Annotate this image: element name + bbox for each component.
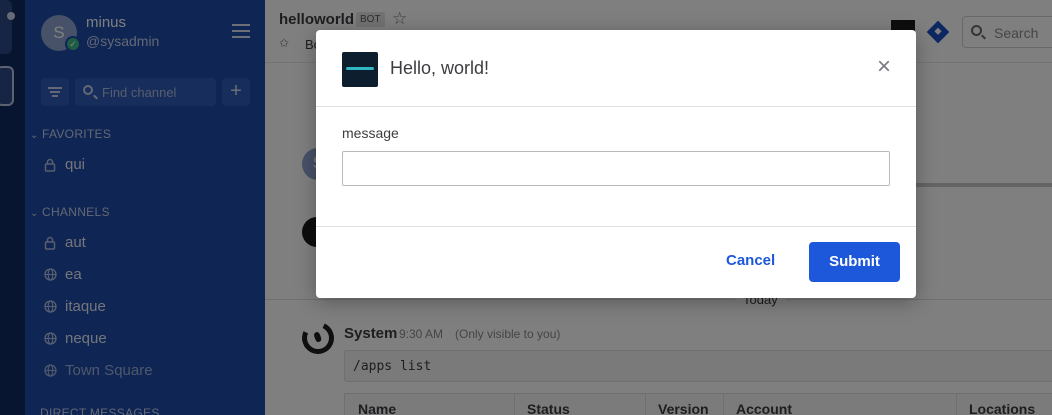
message-field-label: message	[342, 125, 399, 141]
interactive-dialog: Hello, world! × message Cancel Submit	[316, 30, 916, 298]
app-logo-icon	[342, 52, 378, 87]
cancel-button[interactable]: Cancel	[726, 252, 775, 269]
close-icon[interactable]: ×	[872, 55, 896, 79]
dialog-header: Hello, world! ×	[316, 30, 916, 107]
message-field[interactable]	[342, 151, 890, 186]
dialog-footer-divider	[316, 226, 916, 227]
submit-button[interactable]: Submit	[809, 242, 900, 282]
dialog-title: Hello, world!	[390, 58, 490, 78]
